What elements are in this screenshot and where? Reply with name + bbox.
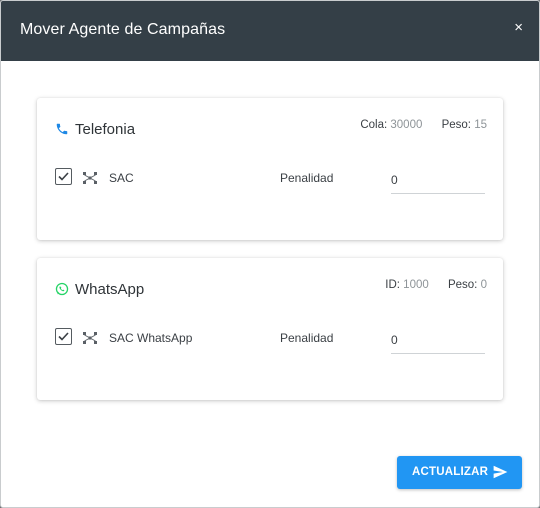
penalty-input[interactable] — [391, 166, 485, 194]
card-title: WhatsApp — [75, 281, 145, 298]
card-title: Telefonia — [75, 121, 136, 138]
penalty-input[interactable] — [391, 326, 485, 354]
update-button[interactable]: ACTUALIZAR — [397, 456, 522, 489]
meta-value: 30000 — [390, 119, 423, 131]
penalty-label: Penalidad — [280, 171, 334, 185]
agent-row: SAC WhatsApp Penalidad — [37, 326, 503, 356]
check-icon — [58, 172, 69, 181]
campaign-card-whatsapp: WhatsApp ID: 1000 Peso: 0 SAC WhatsApp P… — [37, 258, 503, 400]
campaign-card-telefonia: Telefonia Cola: 30000 Peso: 15 SAC Penal… — [37, 98, 503, 240]
meta-value: 0 — [480, 279, 487, 291]
meta-value: 1000 — [403, 279, 429, 291]
modal-title: Mover Agente de Campañas — [20, 21, 226, 38]
network-icon — [82, 171, 98, 189]
close-button[interactable]: × — [514, 19, 523, 36]
agent-row: SAC Penalidad — [37, 166, 503, 196]
update-button-label: ACTUALIZAR — [412, 466, 489, 478]
agent-campaign-name: SAC — [109, 171, 134, 185]
agent-checkbox[interactable] — [55, 328, 72, 345]
send-icon — [493, 465, 508, 482]
move-agent-modal: Mover Agente de Campañas × Telefonia Col… — [0, 0, 540, 508]
agent-campaign-name: SAC WhatsApp — [109, 331, 193, 345]
penalty-label: Penalidad — [280, 331, 334, 345]
card-meta: Cola: 30000 Peso: 15 — [360, 119, 487, 131]
card-meta: ID: 1000 Peso: 0 — [385, 279, 487, 291]
check-icon — [58, 332, 69, 341]
meta-label: Peso: — [441, 119, 471, 131]
agent-checkbox[interactable] — [55, 168, 72, 185]
meta-label: Cola: — [360, 119, 388, 131]
meta-label: ID: — [385, 279, 400, 291]
meta-label: Peso: — [447, 279, 478, 291]
phone-icon — [55, 122, 69, 136]
meta-value: 15 — [474, 119, 487, 131]
modal-header: Mover Agente de Campañas × — [1, 1, 539, 61]
whatsapp-icon — [55, 282, 69, 296]
network-icon — [82, 331, 98, 349]
